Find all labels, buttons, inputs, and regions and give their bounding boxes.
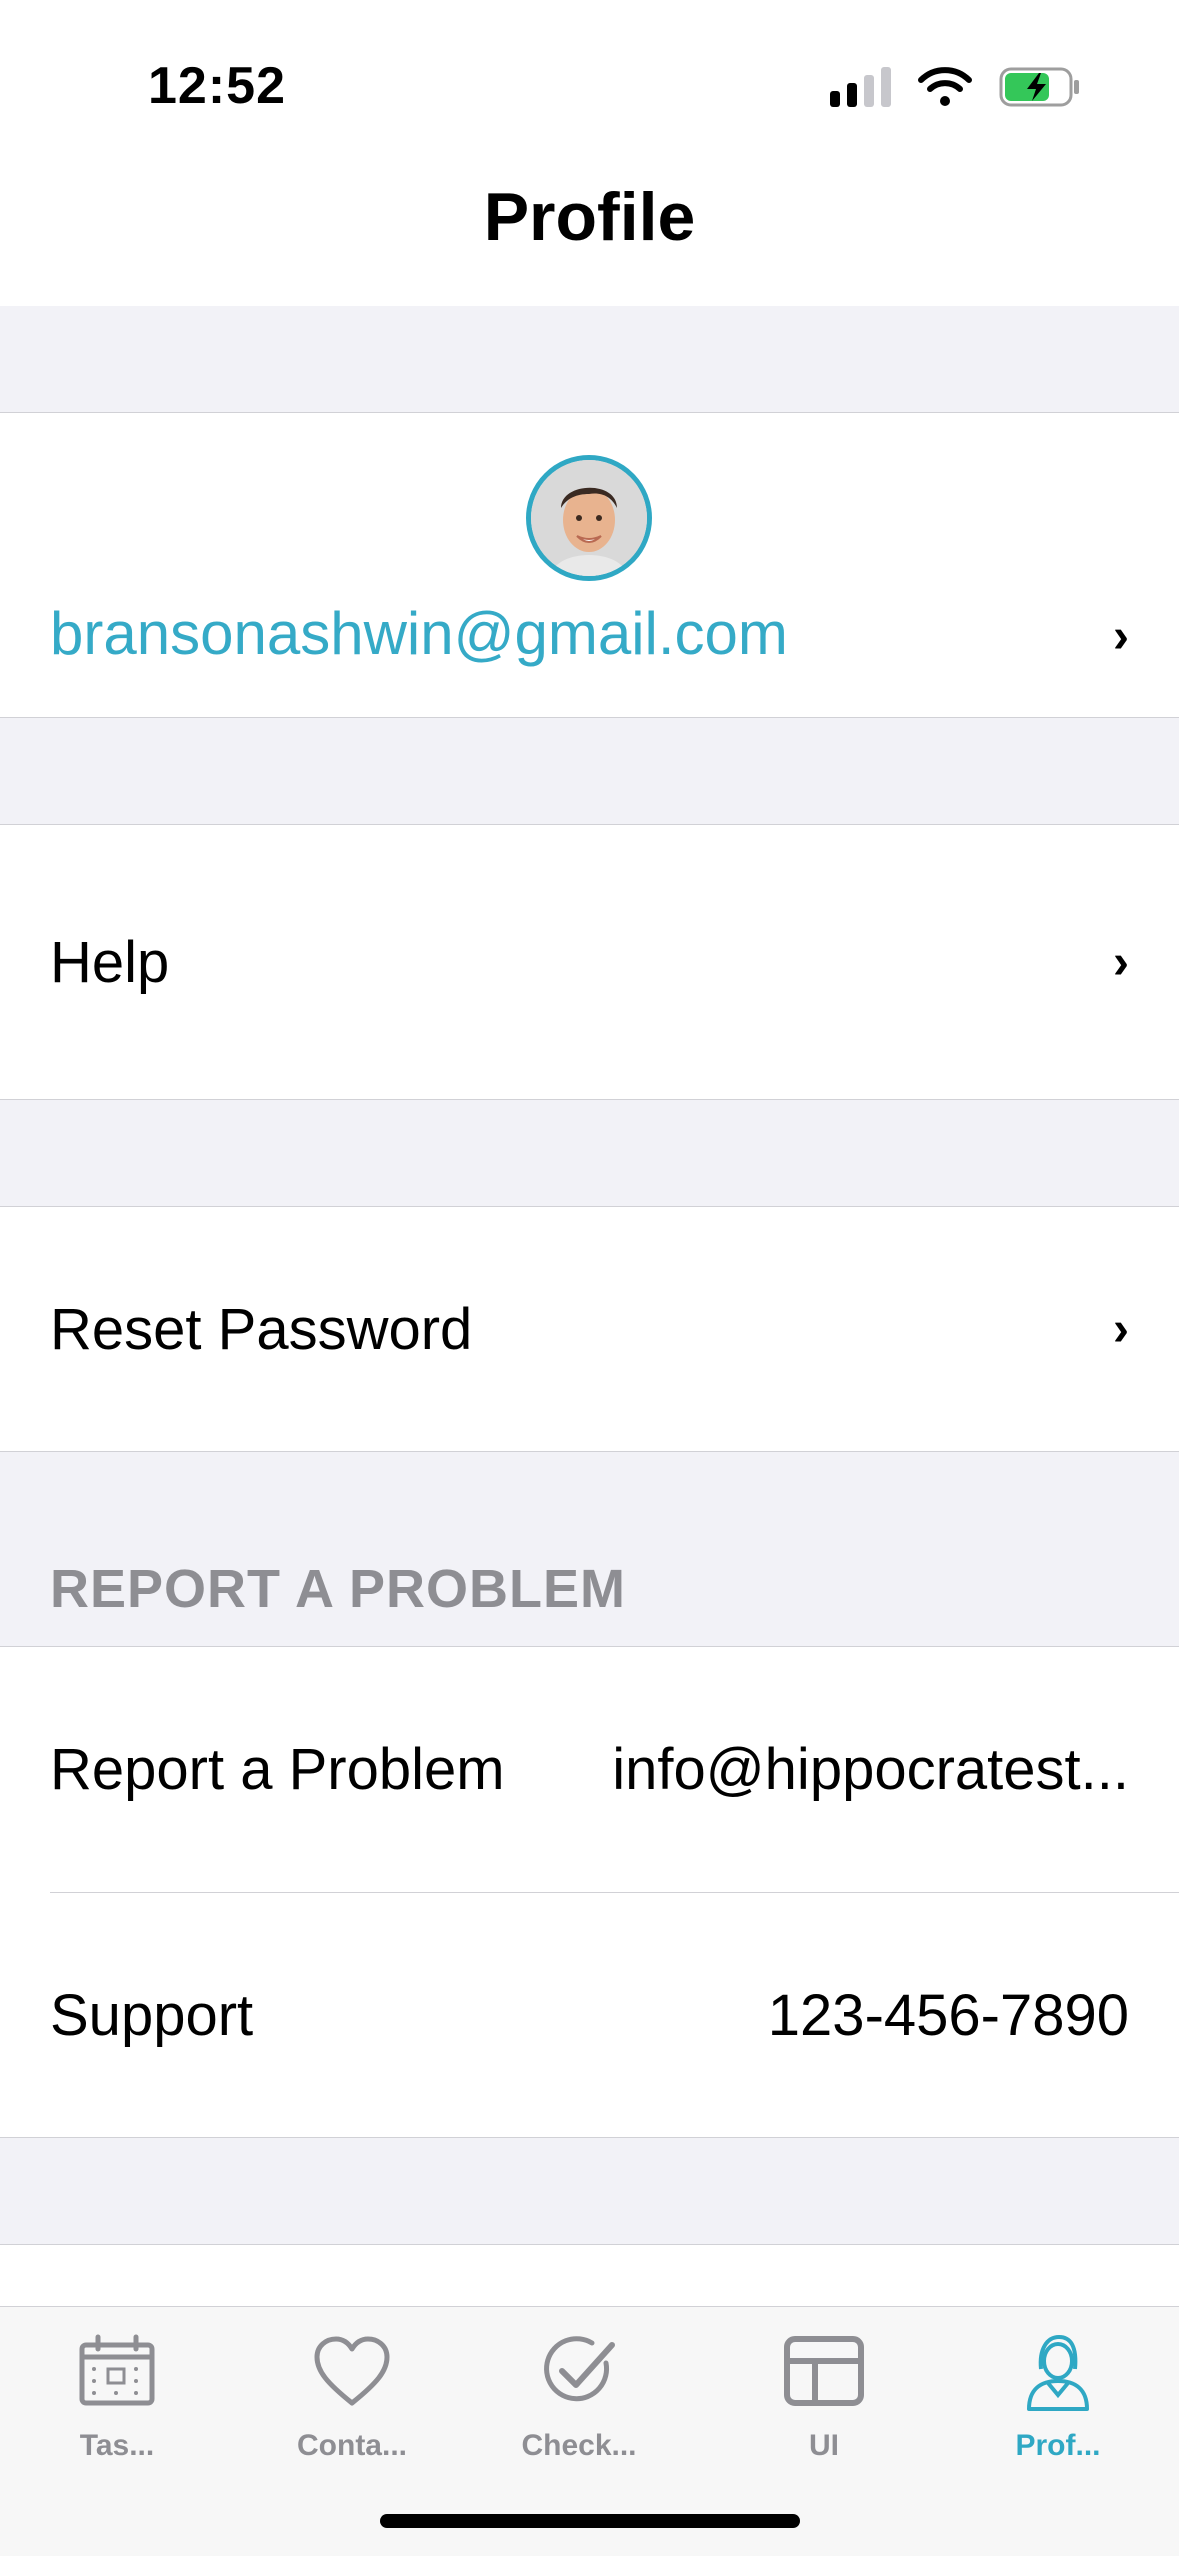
tab-label: Tas... [79, 2429, 155, 2462]
tab-checklist[interactable]: Check... [479, 2329, 679, 2489]
status-time: 12:52 [148, 57, 286, 115]
report-section-header: REPORT A PROBLEM [50, 1559, 627, 1619]
help-label: Help [50, 929, 170, 995]
page-title: Profile [483, 179, 696, 255]
check-circle-icon [544, 2336, 615, 2402]
report-group: Report a Problem info@hippocratest... Su… [0, 1646, 1179, 2138]
signal-icon [830, 67, 891, 107]
profile-email: bransonashwin@gmail.com [50, 600, 788, 667]
support-row[interactable]: Support 123-456-7890 [0, 1893, 1179, 2138]
calendar-icon [79, 2334, 155, 2406]
tab-label: UI [809, 2429, 839, 2462]
battery-charging-icon [999, 67, 1079, 107]
tab-label: Check... [521, 2429, 637, 2462]
profile-screen: 12:52 Profile bransonashwin@gmail.com › … [0, 0, 1179, 2556]
tab-ui[interactable]: UI [724, 2329, 924, 2489]
tab-contacts[interactable]: Conta... [252, 2329, 452, 2489]
tab-profile[interactable]: Prof... [958, 2329, 1158, 2489]
report-problem-label: Report a Problem [50, 1737, 505, 1802]
heart-icon [314, 2336, 390, 2406]
wifi-icon [918, 67, 972, 106]
top-bar: 12:52 Profile [0, 0, 1179, 306]
person-icon [1027, 2334, 1089, 2411]
help-row[interactable]: Help › [0, 824, 1179, 1100]
tab-tasks[interactable]: Tas... [17, 2329, 217, 2489]
avatar-photo [531, 460, 647, 576]
report-problem-row[interactable]: Report a Problem info@hippocratest... [0, 1647, 1179, 1892]
report-problem-email[interactable]: info@hippocratest... [612, 1736, 1129, 1803]
chevron-right-icon: › [1113, 1302, 1129, 1356]
support-label: Support [50, 1983, 254, 2048]
chevron-right-icon: › [1113, 935, 1129, 989]
support-phone[interactable]: 123-456-7890 [768, 1982, 1129, 2049]
reset-password-row[interactable]: Reset Password › [0, 1206, 1179, 1452]
chevron-right-icon: › [1113, 610, 1129, 663]
tab-label: Prof... [1015, 2429, 1101, 2462]
home-indicator [380, 2514, 800, 2528]
layout-icon [784, 2336, 864, 2406]
avatar [526, 455, 652, 581]
reset-password-label: Reset Password [50, 1296, 473, 1362]
tab-label: Conta... [297, 2429, 407, 2462]
status-icons [830, 62, 1081, 112]
profile-row[interactable]: bransonashwin@gmail.com › [0, 412, 1179, 718]
